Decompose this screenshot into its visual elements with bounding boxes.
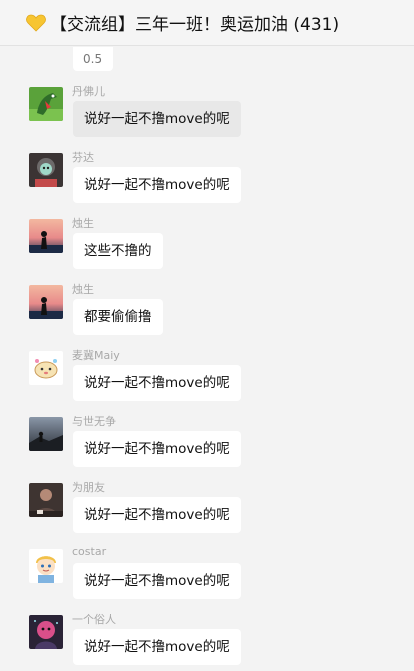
silhouette-sunset-avatar[interactable] (29, 285, 63, 319)
message-bubble[interactable]: 说好一起不撸move的呢 (73, 497, 241, 533)
chat-header: 【交流组】三年一班！奥运加油 (431) (0, 0, 414, 46)
message-bubble[interactable]: 说好一起不撸move的呢 (73, 563, 241, 599)
message-bubble[interactable]: 说好一起不撸move的呢 (73, 101, 241, 137)
sender-name: 烛生 (72, 283, 94, 296)
sender-name: 丹佛儿 (72, 85, 105, 98)
sender-name: 为朋友 (72, 481, 105, 494)
cartoon-boy-avatar[interactable] (29, 549, 63, 583)
dinosaur-avatar[interactable] (29, 87, 63, 121)
sender-name: 一个俗人 (72, 613, 116, 626)
message-list[interactable]: 0.5 丹佛儿 说好一起不撸move的呢 芬达 说好一起不撸move的呢 烛生 … (0, 47, 414, 671)
person-photo-avatar[interactable] (29, 483, 63, 517)
dark-landscape-avatar[interactable] (29, 417, 63, 451)
sender-name: 芬达 (72, 151, 94, 164)
message-bubble[interactable]: 说好一起不撸move的呢 (73, 167, 241, 203)
message-bubble[interactable]: 说好一起不撸move的呢 (73, 629, 241, 665)
cartoon-animal-avatar[interactable] (29, 351, 63, 385)
sender-name: 与世无争 (72, 415, 116, 428)
pink-character-avatar[interactable] (29, 615, 63, 649)
chat-title: 【交流组】三年一班！奥运加油 (431) (50, 15, 340, 35)
message-bubble[interactable]: 都要偷偷撸 (73, 299, 163, 335)
sender-name: 麦冀Maiy (72, 349, 120, 362)
message-bubble[interactable]: 这些不撸的 (73, 233, 163, 269)
partial-message-bubble: 0.5 (73, 47, 113, 71)
message-bubble[interactable]: 说好一起不撸move的呢 (73, 365, 241, 401)
character-avatar[interactable] (29, 153, 63, 187)
yellow-heart-icon (26, 14, 46, 32)
silhouette-sunset-avatar[interactable] (29, 219, 63, 253)
sender-name: costar (72, 545, 107, 558)
sender-name: 烛生 (72, 217, 94, 230)
message-bubble[interactable]: 说好一起不撸move的呢 (73, 431, 241, 467)
